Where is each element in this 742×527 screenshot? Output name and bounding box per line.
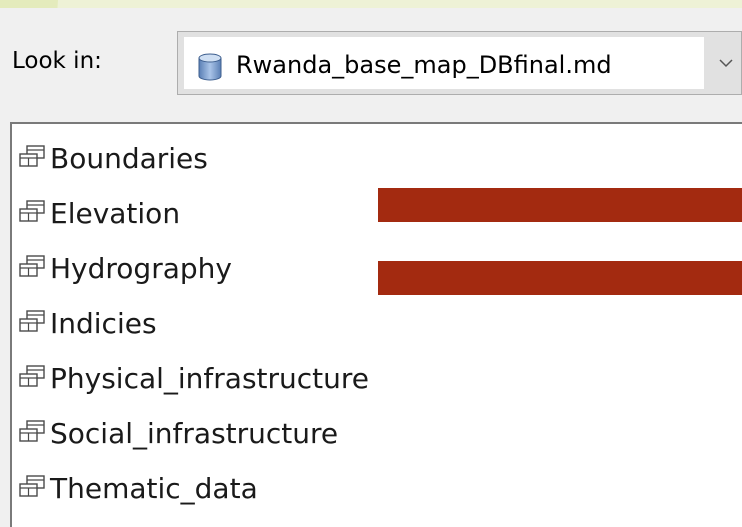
dataset-list: Boundaries Elevation Hydrography Indicies Ph… — [10, 122, 742, 527]
feature-dataset-icon — [18, 145, 46, 171]
look-in-value: Rwanda_base_map_DBfinal.md — [236, 51, 612, 79]
list-item[interactable]: Social_infrastructure — [18, 413, 338, 453]
list-item[interactable]: Thematic_data — [18, 468, 258, 508]
feature-dataset-icon — [18, 255, 46, 281]
look-in-field[interactable]: Rwanda_base_map_DBfinal.md — [184, 37, 704, 89]
redaction-bar — [378, 261, 742, 295]
list-item[interactable]: Elevation — [18, 193, 180, 233]
list-item[interactable]: Indicies — [18, 303, 157, 343]
list-item[interactable]: Physical_infrastructure — [18, 358, 369, 398]
screen: Look in: Rwanda_base_map_DBfinal.md Boun… — [0, 0, 742, 527]
look-in-dropdown[interactable]: Rwanda_base_map_DBfinal.md — [177, 31, 742, 95]
feature-dataset-icon — [18, 365, 46, 391]
list-item[interactable]: Boundaries — [18, 138, 208, 178]
list-item-label: Boundaries — [50, 141, 208, 175]
feature-dataset-icon — [18, 420, 46, 446]
look-in-row: Look in: Rwanda_base_map_DBfinal.md — [0, 8, 742, 116]
list-item-label: Hydrography — [50, 251, 232, 285]
list-item[interactable]: Hydrography — [18, 248, 232, 288]
look-in-label: Look in: — [12, 48, 102, 74]
list-item-label: Social_infrastructure — [50, 416, 339, 450]
open-dialog: Look in: Rwanda_base_map_DBfinal.md Boun… — [0, 8, 742, 527]
list-item-label: Indicies — [50, 306, 157, 340]
feature-dataset-icon — [18, 475, 46, 501]
list-item-label: Elevation — [50, 196, 181, 230]
list-item-label: Thematic_data — [50, 471, 258, 505]
redaction-bar — [378, 188, 742, 222]
feature-dataset-icon — [18, 310, 46, 336]
feature-dataset-icon — [18, 200, 46, 226]
database-icon — [198, 53, 222, 81]
chevron-down-icon[interactable] — [715, 52, 737, 74]
list-item-label: Physical_infrastructure — [50, 361, 370, 395]
